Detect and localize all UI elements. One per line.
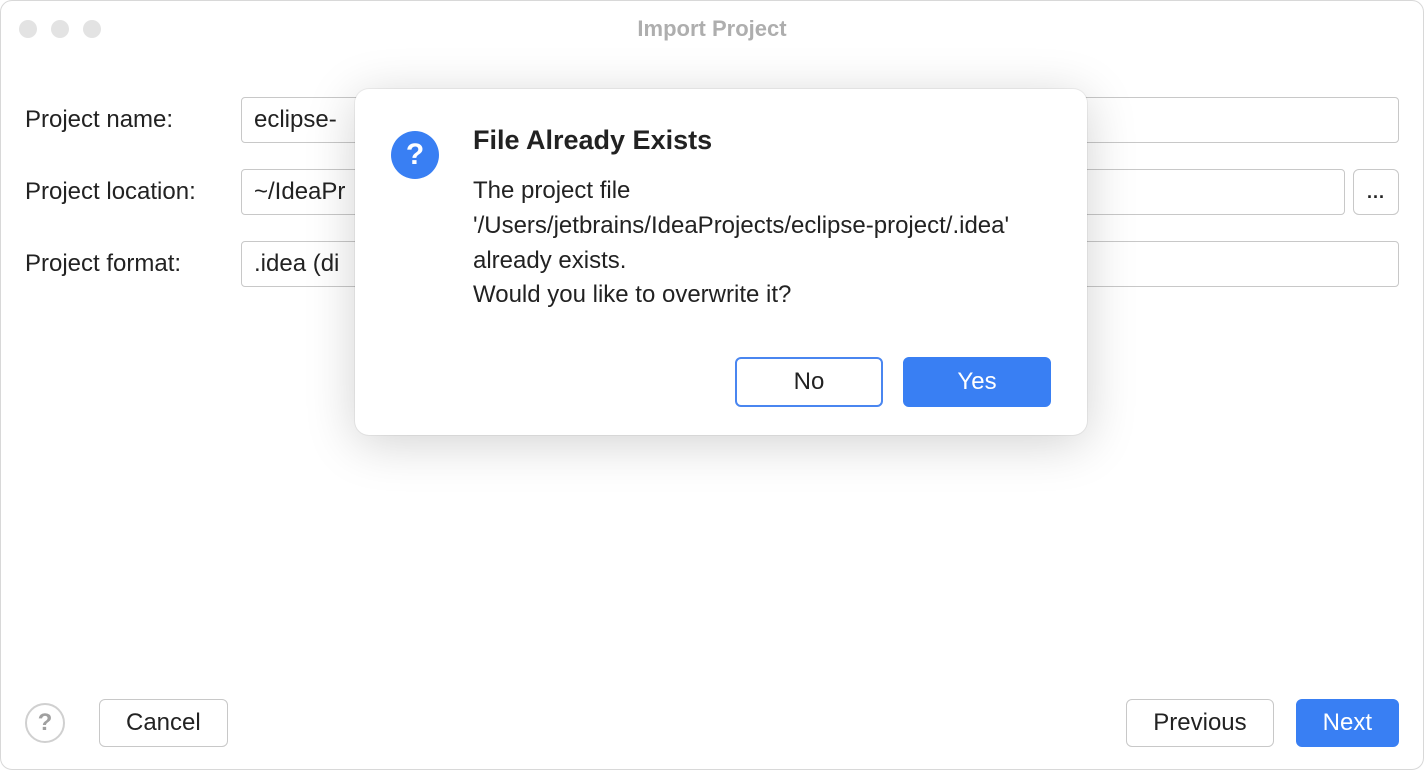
footer-right: Previous Next [1126,699,1399,747]
project-format-value: .idea (di [254,250,339,278]
project-format-label: Project format: [25,250,241,278]
traffic-lights [19,20,101,38]
file-exists-dialog: ? File Already Exists The project file '… [355,89,1087,435]
footer: ? Cancel Previous Next [1,677,1423,769]
help-button[interactable]: ? [25,703,65,743]
dialog-text: File Already Exists The project file '/U… [473,125,1051,313]
no-button[interactable]: No [735,357,883,407]
dialog-body: ? File Already Exists The project file '… [391,125,1051,313]
titlebar: Import Project [1,1,1423,57]
project-location-label: Project location: [25,178,241,206]
dialog-message: The project file '/Users/jetbrains/IdeaP… [473,174,1051,313]
ellipsis-icon: ... [1367,182,1385,203]
import-project-window: Import Project Project name: Project loc… [0,0,1424,770]
previous-button[interactable]: Previous [1126,699,1273,747]
project-name-label: Project name: [25,106,241,134]
zoom-window-dot[interactable] [83,20,101,38]
question-icon: ? [391,131,439,179]
browse-button[interactable]: ... [1353,169,1399,215]
cancel-button[interactable]: Cancel [99,699,228,747]
question-mark-icon: ? [38,709,53,737]
minimize-window-dot[interactable] [51,20,69,38]
close-window-dot[interactable] [19,20,37,38]
dialog-actions: No Yes [391,357,1051,407]
next-button[interactable]: Next [1296,699,1399,747]
question-mark-icon: ? [406,138,424,172]
yes-button[interactable]: Yes [903,357,1051,407]
dialog-title: File Already Exists [473,125,1051,156]
window-title: Import Project [1,16,1423,42]
footer-left: ? Cancel [25,699,228,747]
